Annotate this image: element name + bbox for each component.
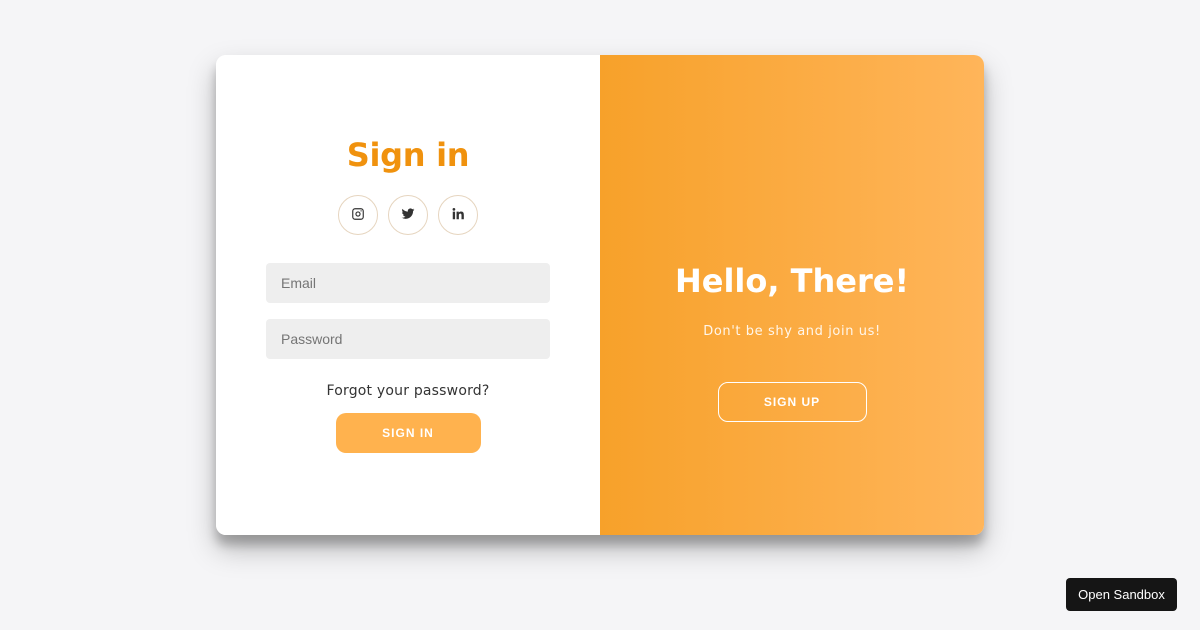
overlay-panel: Hello, There! Don't be shy and join us! …: [600, 55, 984, 535]
twitter-link[interactable]: [388, 195, 428, 235]
email-input[interactable]: [266, 263, 550, 303]
linkedin-link[interactable]: [438, 195, 478, 235]
auth-card: Sign in Forgot your password? SIGN IN: [216, 55, 984, 535]
overlay-subtitle: Don't be shy and join us!: [703, 324, 881, 339]
sign-in-button[interactable]: SIGN IN: [335, 413, 481, 453]
password-input[interactable]: [266, 319, 550, 359]
instagram-link[interactable]: [338, 195, 378, 235]
sign-in-panel: Sign in Forgot your password? SIGN IN: [216, 55, 600, 535]
instagram-icon: [351, 206, 365, 225]
open-sandbox-button[interactable]: Open Sandbox: [1066, 578, 1177, 611]
linkedin-icon: [451, 206, 465, 225]
overlay-title: Hello, There!: [674, 262, 910, 300]
forgot-password-link[interactable]: Forgot your password?: [326, 383, 489, 399]
social-links: [338, 195, 478, 235]
sign-in-title: Sign in: [346, 136, 470, 174]
twitter-icon: [401, 206, 415, 225]
sign-up-button[interactable]: SIGN UP: [717, 382, 867, 422]
